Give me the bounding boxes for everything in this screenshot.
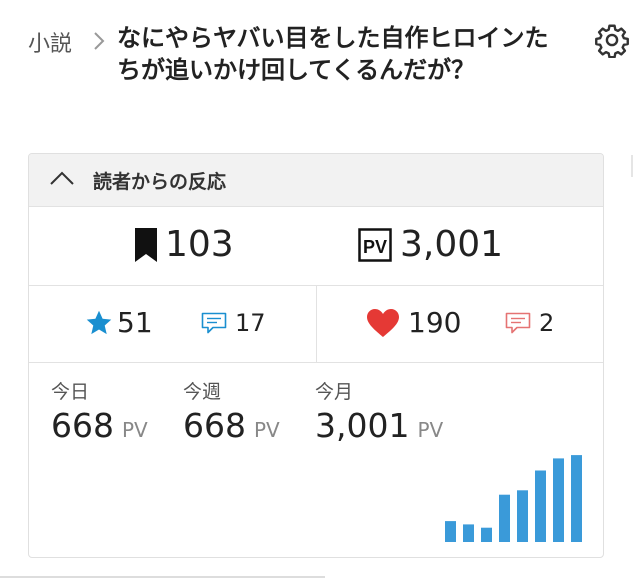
pv-bar xyxy=(553,458,564,542)
totals-row: 103 PV 3,001 xyxy=(29,207,603,286)
comment-icon xyxy=(201,312,227,334)
review-comment-icon xyxy=(505,312,531,334)
pv-today-label: 今日 xyxy=(51,381,90,403)
ratings-row: 51 17 190 2 xyxy=(29,286,603,363)
bookmark-stat: 103 xyxy=(135,225,234,265)
divider xyxy=(631,155,633,177)
reactions-heading: 読者からの反応 xyxy=(93,171,227,193)
breadcrumb-novel[interactable]: 小説 xyxy=(28,26,72,58)
pv-bar xyxy=(571,455,582,542)
bookmark-count: 103 xyxy=(165,224,234,265)
pv-unit: PV xyxy=(417,418,444,442)
pv-unit: PV xyxy=(122,418,148,442)
pv-bar xyxy=(535,470,546,542)
pv-month-value: 3,001 xyxy=(315,406,410,445)
pv-today: 今日 668 PV xyxy=(51,380,148,445)
pv-bar xyxy=(499,494,510,542)
pv-week-label: 今週 xyxy=(183,381,222,403)
gear-icon[interactable] xyxy=(594,22,630,58)
heart-comment-count: 2 xyxy=(539,309,555,337)
pv-bar xyxy=(445,521,456,542)
pv-unit: PV xyxy=(254,418,280,442)
pv-month-label: 今月 xyxy=(315,381,354,403)
reactions-header[interactable]: 読者からの反応 xyxy=(29,154,603,207)
chevron-up-icon[interactable] xyxy=(49,170,75,186)
pv-bar xyxy=(481,527,492,542)
work-title[interactable]: なにやらヤバい目をした自作ヒロインたちが追いかけ回してくるんだが？ xyxy=(117,22,557,86)
pv-week: 今週 668 PV xyxy=(183,380,280,445)
bookmark-icon xyxy=(135,228,157,262)
star-stat: 51 xyxy=(85,306,153,340)
heart-count: 190 xyxy=(408,306,462,339)
chevron-right-icon xyxy=(94,32,105,50)
heart-icon xyxy=(367,309,399,337)
star-icon xyxy=(86,310,112,335)
divider xyxy=(316,286,317,362)
star-count: 51 xyxy=(117,306,153,339)
pv-today-value: 668 xyxy=(51,406,114,445)
pv-bar-chart xyxy=(445,455,582,542)
star-comment-count: 17 xyxy=(235,309,266,337)
pv-week-value: 668 xyxy=(183,406,246,445)
svg-text:PV: PV xyxy=(363,237,387,257)
reactions-card: 読者からの反応 103 PV 3,001 51 17 190 2 今日 668 … xyxy=(28,153,604,558)
pv-total-stat: PV 3,001 xyxy=(358,225,503,265)
pv-total-count: 3,001 xyxy=(400,224,504,265)
pv-bar xyxy=(463,524,474,542)
pv-month: 今月 3,001 PV xyxy=(315,380,443,445)
pv-icon: PV xyxy=(358,228,392,262)
pv-bar xyxy=(517,490,528,542)
heart-comment-stat: 2 xyxy=(505,308,554,338)
star-comment-stat: 17 xyxy=(201,308,266,338)
divider xyxy=(0,576,325,578)
heart-stat: 190 xyxy=(366,306,461,340)
